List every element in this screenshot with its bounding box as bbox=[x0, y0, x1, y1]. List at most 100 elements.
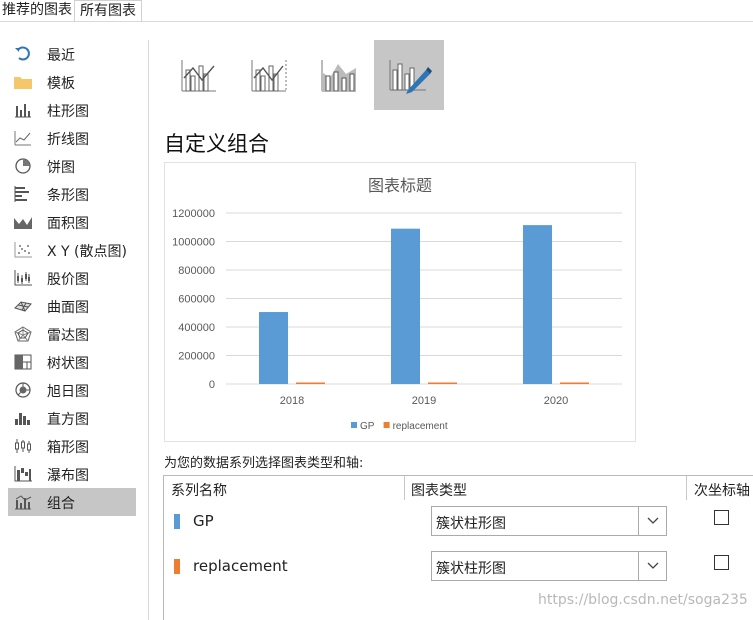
scatter-chart-icon bbox=[14, 242, 32, 258]
sidebar-divider bbox=[148, 40, 149, 620]
stacked-area-clustered-column-icon bbox=[321, 60, 356, 92]
surface-chart-icon bbox=[14, 301, 32, 312]
sidebar-item-bar[interactable]: 条形图 bbox=[8, 180, 136, 208]
series-name: replacement bbox=[193, 557, 288, 575]
sidebar-item-label: 瀑布图 bbox=[47, 468, 89, 484]
y-tick-label: 200000 bbox=[178, 351, 215, 363]
y-tick-label: 400000 bbox=[178, 322, 215, 334]
pie-chart-icon bbox=[15, 158, 31, 174]
y-tick-label: 600000 bbox=[178, 294, 215, 306]
chart-svg: 图表标题 0 200000 400000 600000 800000 1000000 1200… bbox=[172, 177, 622, 432]
bar-replacement bbox=[296, 382, 325, 384]
sidebar-item-sunburst[interactable]: 旭日图 bbox=[8, 376, 136, 404]
chart-type-value: 簇状柱形图 bbox=[436, 561, 506, 577]
sidebar-item-label: 饼图 bbox=[47, 160, 75, 176]
series-row: GP 簇状柱形图 bbox=[164, 502, 753, 542]
sidebar-item-surface[interactable]: 曲面图 bbox=[8, 292, 136, 320]
sidebar-item-label: 折线图 bbox=[47, 132, 89, 148]
sidebar-item-scatter[interactable]: X Y (散点图) bbox=[8, 236, 136, 264]
bar-replacement bbox=[560, 382, 589, 384]
sidebar-item-stock[interactable]: 股价图 bbox=[8, 264, 136, 292]
sidebar-item-waterfall[interactable]: 瀑布图 bbox=[8, 460, 136, 488]
combo-subtype-custom[interactable] bbox=[374, 40, 444, 110]
chart-category-sidebar: 最近 模板 柱形图 折线图 饼图 条形图 面积图 X Y (散点图) 股价图 曲… bbox=[8, 40, 136, 516]
combo-subtype-gallery bbox=[164, 40, 444, 110]
undo-icon bbox=[15, 46, 30, 61]
sidebar-item-pie[interactable]: 饼图 bbox=[8, 152, 136, 180]
custom-combination-icon bbox=[389, 60, 432, 94]
chevron-down-icon[interactable] bbox=[638, 507, 666, 535]
tab-recommended-charts[interactable]: 推荐的图表 bbox=[0, 0, 74, 22]
sidebar-item-label: 柱形图 bbox=[47, 104, 89, 120]
column-chart-icon bbox=[15, 104, 31, 118]
sidebar-item-column[interactable]: 柱形图 bbox=[8, 96, 136, 124]
tab-all-charts[interactable]: 所有图表 bbox=[74, 0, 142, 22]
secondary-axis-checkbox[interactable] bbox=[714, 555, 729, 570]
secondary-axis-checkbox[interactable] bbox=[714, 510, 729, 525]
column-header-chart-type: 图表类型 bbox=[411, 483, 467, 499]
legend-swatch bbox=[383, 422, 390, 428]
sidebar-item-combo[interactable]: 组合 bbox=[8, 488, 136, 516]
bar-replacement bbox=[428, 382, 457, 384]
watermark: https://blog.csdn.net/soga235 bbox=[538, 592, 748, 608]
area-chart-icon bbox=[14, 217, 32, 229]
sidebar-item-label: 股价图 bbox=[47, 272, 89, 288]
bar-gp bbox=[523, 225, 552, 384]
chart-type-select[interactable]: 簇状柱形图 bbox=[431, 506, 667, 536]
sidebar-item-label: 曲面图 bbox=[47, 300, 89, 316]
sidebar-item-templates[interactable]: 模板 bbox=[8, 68, 136, 96]
sidebar-item-label: 树状图 bbox=[47, 356, 89, 372]
series-instruction: 为您的数据系列选择图表类型和轴: bbox=[164, 456, 364, 471]
column-separator bbox=[686, 476, 687, 500]
tab-divider bbox=[0, 21, 753, 22]
combo-subtype-stacked-area-column[interactable] bbox=[304, 40, 374, 110]
chart-type-select[interactable]: 簇状柱形图 bbox=[431, 551, 667, 581]
y-tick-label: 800000 bbox=[178, 265, 215, 277]
sidebar-item-radar[interactable]: 雷达图 bbox=[8, 320, 136, 348]
chart-type-value: 簇状柱形图 bbox=[436, 516, 506, 532]
series-name: GP bbox=[193, 512, 214, 530]
bar-gp bbox=[391, 228, 420, 384]
legend-label: GP bbox=[360, 421, 375, 432]
chevron-down-icon[interactable] bbox=[638, 552, 666, 580]
sunburst-chart-icon bbox=[15, 382, 31, 398]
waterfall-chart-icon bbox=[14, 466, 32, 482]
series-color-swatch bbox=[174, 559, 180, 574]
combo-subtype-clustered-column-line-secondary[interactable] bbox=[234, 40, 304, 110]
legend-swatch bbox=[351, 422, 357, 428]
clustered-column-line-secondary-axis-icon bbox=[251, 60, 287, 92]
x-tick-label: 2018 bbox=[280, 395, 304, 407]
line-chart-icon bbox=[14, 131, 31, 146]
combo-subtype-clustered-column-line[interactable] bbox=[164, 40, 234, 110]
chart-title: 图表标题 bbox=[368, 177, 432, 195]
folder-icon bbox=[14, 77, 32, 89]
tab-bar: 推荐的图表 所有图表 bbox=[0, 0, 753, 22]
treemap-chart-icon bbox=[14, 354, 32, 370]
column-header-series-name: 系列名称 bbox=[171, 483, 227, 499]
sidebar-item-label: 雷达图 bbox=[47, 328, 89, 344]
y-tick-label: 0 bbox=[209, 379, 215, 391]
box-whisker-chart-icon bbox=[15, 439, 31, 453]
sidebar-item-label: 箱形图 bbox=[47, 440, 89, 456]
histogram-chart-icon bbox=[15, 413, 30, 425]
sidebar-item-label: X Y (散点图) bbox=[47, 244, 127, 260]
clustered-column-line-icon bbox=[181, 60, 216, 92]
sidebar-item-area[interactable]: 面积图 bbox=[8, 208, 136, 236]
series-row: replacement 簇状柱形图 bbox=[164, 547, 753, 587]
sidebar-item-line[interactable]: 折线图 bbox=[8, 124, 136, 152]
sidebar-item-box-whisker[interactable]: 箱形图 bbox=[8, 432, 136, 460]
sidebar-item-label: 最近 bbox=[47, 48, 75, 64]
sidebar-item-label: 面积图 bbox=[47, 216, 89, 232]
sidebar-item-label: 模板 bbox=[47, 76, 75, 92]
bar-chart-icon bbox=[14, 186, 29, 202]
sidebar-item-recent[interactable]: 最近 bbox=[8, 40, 136, 68]
sidebar-item-histogram[interactable]: 直方图 bbox=[8, 404, 136, 432]
sidebar-item-label: 直方图 bbox=[47, 412, 89, 428]
sidebar-item-treemap[interactable]: 树状图 bbox=[8, 348, 136, 376]
sidebar-item-label: 旭日图 bbox=[47, 384, 89, 400]
column-separator bbox=[404, 476, 405, 500]
radar-chart-icon bbox=[14, 326, 32, 342]
chart-preview: 图表标题 0 200000 400000 600000 800000 1000000 1200… bbox=[164, 162, 636, 442]
section-title: 自定义组合 bbox=[164, 132, 269, 156]
column-header-secondary-axis: 次坐标轴 bbox=[694, 483, 750, 499]
